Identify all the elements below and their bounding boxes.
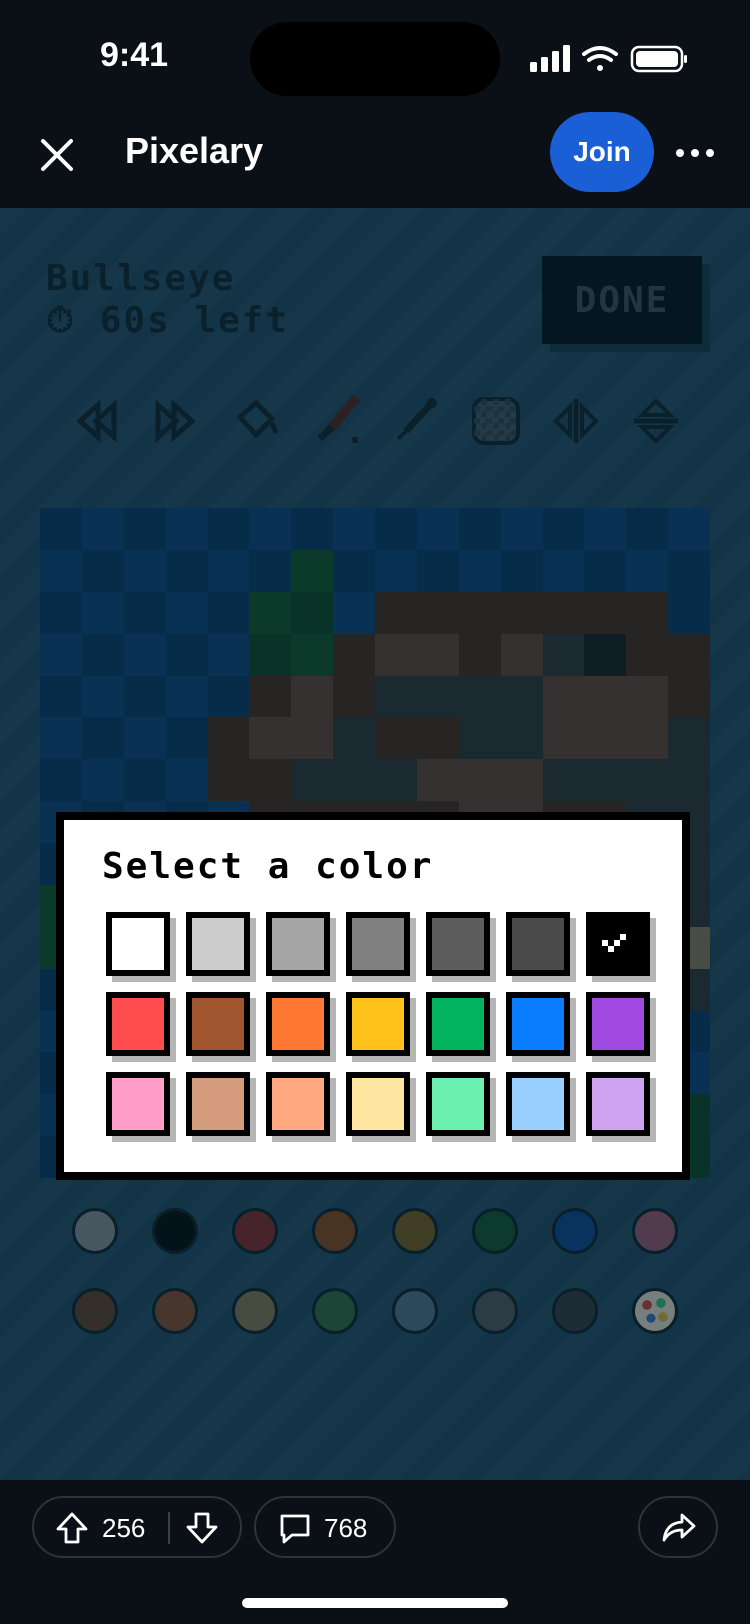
join-button[interactable]: Join: [550, 112, 654, 192]
color-swatch[interactable]: [346, 912, 410, 976]
color-swatch[interactable]: [506, 1072, 570, 1136]
color-swatch[interactable]: [506, 992, 570, 1056]
downvote-icon[interactable]: [184, 1510, 220, 1546]
wifi-icon: [582, 46, 618, 71]
home-indicator: [242, 1598, 508, 1608]
color-swatch[interactable]: [106, 1072, 170, 1136]
close-icon[interactable]: [32, 130, 82, 180]
checkmark-icon: [602, 934, 626, 952]
battery-icon: [630, 45, 687, 73]
color-swatch[interactable]: [186, 992, 250, 1056]
color-swatch[interactable]: [426, 992, 490, 1056]
color-picker-dialog: Select a color: [56, 812, 690, 1180]
status-time: 9:41: [100, 36, 169, 74]
comment-count: 768: [324, 1513, 368, 1543]
color-swatch[interactable]: [266, 1072, 330, 1136]
dynamic-island: [250, 22, 500, 96]
color-swatch[interactable]: [586, 912, 650, 976]
color-swatch[interactable]: [106, 992, 170, 1056]
color-swatch[interactable]: [266, 912, 330, 976]
cellular-signal-icon: [530, 45, 570, 72]
share-icon: [662, 1513, 696, 1542]
upvote-icon[interactable]: [54, 1510, 90, 1546]
color-swatch[interactable]: [346, 992, 410, 1056]
app-header: Pixelary Join: [0, 100, 750, 208]
color-swatch[interactable]: [586, 1072, 650, 1136]
color-swatch[interactable]: [506, 912, 570, 976]
comments-button[interactable]: 768: [254, 1496, 396, 1558]
app-title: Pixelary: [125, 130, 264, 171]
dialog-title: Select a color: [102, 846, 434, 887]
color-swatch[interactable]: [586, 992, 650, 1056]
comment-icon: [280, 1514, 310, 1544]
upvote-count: 256: [102, 1513, 146, 1543]
status-icons: [530, 45, 687, 73]
share-button[interactable]: [638, 1496, 718, 1558]
color-swatch[interactable]: [426, 912, 490, 976]
vote-pill: 256: [32, 1496, 242, 1558]
color-swatch[interactable]: [426, 1072, 490, 1136]
color-swatch[interactable]: [186, 1072, 250, 1136]
color-swatch[interactable]: [346, 1072, 410, 1136]
divider: [168, 1512, 170, 1544]
color-swatch[interactable]: [266, 992, 330, 1056]
more-options-icon[interactable]: [670, 128, 720, 178]
color-swatch[interactable]: [186, 912, 250, 976]
color-swatch[interactable]: [106, 912, 170, 976]
